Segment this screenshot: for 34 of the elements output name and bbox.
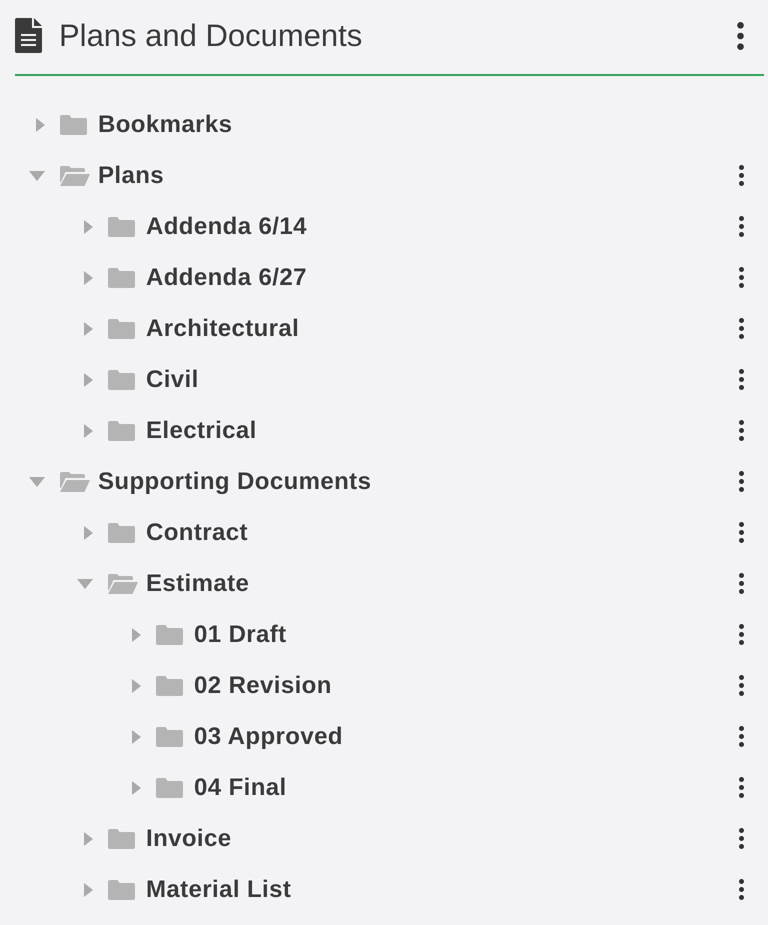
folder-name[interactable]: 04 Final bbox=[194, 774, 287, 802]
folder-name[interactable]: 02 Revision bbox=[194, 672, 332, 700]
kebab-icon bbox=[738, 318, 744, 339]
kebab-icon bbox=[738, 471, 744, 492]
folder-name[interactable]: Material List bbox=[146, 876, 292, 904]
folder-name[interactable]: Civil bbox=[146, 366, 199, 394]
kebab-icon bbox=[738, 726, 744, 747]
folder-name[interactable]: Architectural bbox=[146, 314, 300, 342]
kebab-icon bbox=[738, 675, 744, 696]
folder-name[interactable]: Estimate bbox=[146, 570, 250, 598]
folder-name[interactable]: 03 Approved bbox=[194, 722, 343, 750]
folder-name[interactable]: Contract bbox=[146, 518, 248, 546]
kebab-icon bbox=[738, 216, 744, 237]
folder-name[interactable]: Electrical bbox=[146, 416, 257, 444]
document-icon bbox=[15, 18, 42, 53]
kebab-icon bbox=[738, 573, 744, 594]
folder-name[interactable]: Addenda 6/14 bbox=[146, 212, 307, 240]
folder-name[interactable]: 01 Draft bbox=[194, 620, 287, 648]
folder-name[interactable]: Plans bbox=[98, 162, 164, 190]
folder-name[interactable]: Invoice bbox=[146, 824, 232, 852]
kebab-icon bbox=[738, 777, 744, 798]
kebab-icon bbox=[738, 420, 744, 441]
kebab-icon bbox=[738, 879, 744, 900]
kebab-icon bbox=[738, 165, 744, 186]
kebab-icon bbox=[738, 267, 744, 288]
kebab-icon bbox=[738, 828, 744, 849]
folder-name[interactable]: Bookmarks bbox=[98, 110, 232, 138]
kebab-icon bbox=[738, 522, 744, 543]
panel-title: Plans and Documents bbox=[59, 18, 364, 54]
kebab-icon bbox=[736, 22, 744, 50]
folder-name[interactable]: Addenda 6/27 bbox=[146, 264, 307, 292]
folder-name[interactable]: Supporting Documents bbox=[98, 468, 372, 496]
kebab-icon bbox=[738, 624, 744, 645]
kebab-icon bbox=[738, 369, 744, 390]
